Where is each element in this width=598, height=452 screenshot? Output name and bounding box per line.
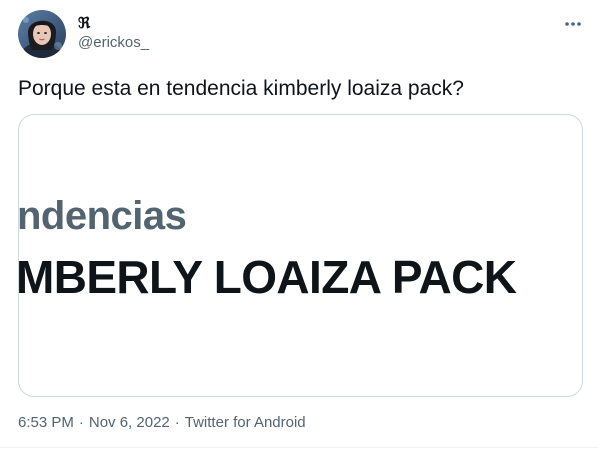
tweet-text: Porque esta en tendencia kimberly loaiza… bbox=[18, 77, 464, 100]
tweet-date-link[interactable]: Nov 6, 2022 bbox=[89, 414, 170, 431]
tweet-time-link[interactable]: 6:53 PM bbox=[18, 414, 74, 431]
tweet-source-link[interactable]: Twitter for Android bbox=[185, 414, 306, 431]
meta-separator: · bbox=[78, 414, 84, 431]
avatar-image bbox=[18, 10, 66, 58]
divider bbox=[0, 447, 598, 448]
tweet: ℜ @erickos_ Porque esta en tendencia kim… bbox=[0, 0, 598, 452]
avatar[interactable] bbox=[18, 10, 66, 58]
tweet-metadata: 6:53 PM · Nov 6, 2022 · Twitter for Android bbox=[18, 414, 306, 432]
more-horizontal-icon bbox=[565, 22, 581, 26]
more-options-button[interactable] bbox=[558, 12, 588, 36]
display-name[interactable]: ℜ bbox=[78, 14, 90, 32]
media-text-tendencias: ndencias bbox=[18, 194, 187, 238]
media-image[interactable]: ndencias MBERLY LOAIZA PACK bbox=[18, 114, 583, 397]
media-text-trend-title: MBERLY LOAIZA PACK bbox=[18, 251, 517, 303]
user-handle[interactable]: @erickos_ bbox=[78, 34, 149, 52]
meta-separator: · bbox=[174, 414, 180, 431]
